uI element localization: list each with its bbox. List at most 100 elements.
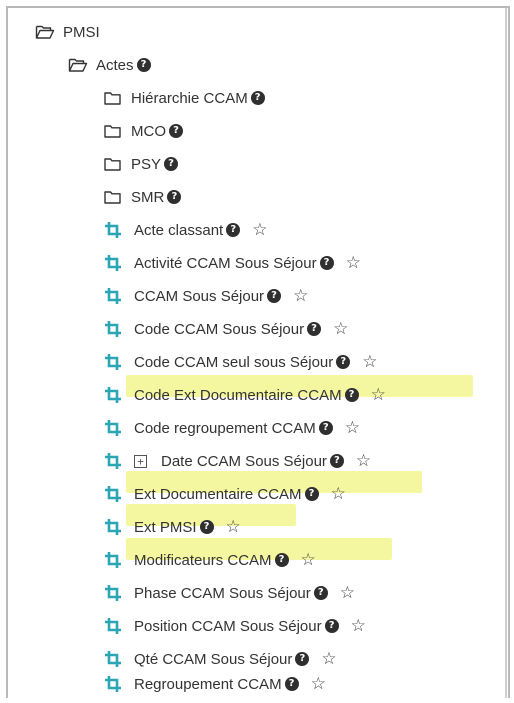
- tree-item-regroupement-ccam[interactable]: Regroupement CCAM ? ☆: [104, 671, 326, 697]
- help-icon[interactable]: ?: [274, 553, 289, 567]
- star-icon[interactable]: ☆: [340, 584, 355, 602]
- help-icon[interactable]: ?: [336, 355, 351, 369]
- tree-item-label: Qté CCAM Sous Séjour: [134, 650, 293, 668]
- crop-icon: [104, 386, 122, 404]
- help-icon[interactable]: ?: [319, 256, 334, 270]
- tree-item-modificateurs[interactable]: Modificateurs CCAM ? ☆: [104, 547, 316, 573]
- crop-icon: [104, 353, 122, 371]
- tree-node-hierarchie-ccam[interactable]: Hiérarchie CCAM ?: [103, 85, 265, 111]
- panel-border: [505, 8, 507, 698]
- tree-item-label: Ext PMSI: [134, 518, 197, 536]
- tree-item-code-ccam-seul[interactable]: Code CCAM seul sous Séjour ? ☆: [104, 349, 378, 375]
- crop-icon: [104, 452, 122, 470]
- tree-item-date-ccam[interactable]: + Date CCAM Sous Séjour ? ☆: [104, 448, 371, 474]
- tree-item-label: Code CCAM seul sous Séjour: [134, 353, 334, 371]
- tree-item-code-ext-documentaire[interactable]: Code Ext Documentaire CCAM ? ☆: [104, 382, 386, 408]
- star-icon[interactable]: ☆: [321, 650, 336, 668]
- crop-icon: [104, 551, 122, 569]
- star-icon[interactable]: ☆: [362, 353, 377, 371]
- tree-node-smr[interactable]: SMR ?: [103, 184, 182, 210]
- tree-item-phase-ccam[interactable]: Phase CCAM Sous Séjour ? ☆: [104, 580, 355, 606]
- crop-icon: [104, 584, 122, 602]
- folder-icon: [103, 189, 123, 205]
- expand-icon[interactable]: +: [134, 454, 147, 468]
- tree-panel: PMSI Actes ? Hiérarchie CCAM ? MCO ? PSY…: [6, 6, 510, 698]
- help-icon[interactable]: ?: [304, 487, 319, 501]
- help-icon[interactable]: ?: [167, 190, 182, 204]
- folder-icon: [103, 156, 123, 172]
- tree-item-label: CCAM Sous Séjour: [134, 287, 265, 305]
- star-icon[interactable]: ☆: [351, 617, 366, 635]
- star-icon[interactable]: ☆: [331, 485, 346, 503]
- crop-icon: [104, 518, 122, 536]
- star-icon[interactable]: ☆: [371, 386, 386, 404]
- star-icon[interactable]: ☆: [356, 452, 371, 470]
- tree-node-psy[interactable]: PSY ?: [103, 151, 179, 177]
- tree-item-activite-ccam[interactable]: Activité CCAM Sous Séjour ? ☆: [104, 250, 361, 276]
- help-icon[interactable]: ?: [250, 91, 265, 105]
- tree-node-label: PMSI: [63, 23, 100, 41]
- tree-item-code-regroupement[interactable]: Code regroupement CCAM ? ☆: [104, 415, 360, 441]
- help-icon[interactable]: ?: [329, 454, 344, 468]
- star-icon[interactable]: ☆: [311, 675, 326, 693]
- star-icon[interactable]: ☆: [301, 551, 316, 569]
- help-icon[interactable]: ?: [199, 520, 214, 534]
- crop-icon: [104, 254, 122, 272]
- star-icon[interactable]: ☆: [346, 254, 361, 272]
- crop-icon: [104, 617, 122, 635]
- tree-item-label: Activité CCAM Sous Séjour: [134, 254, 317, 272]
- help-icon[interactable]: ?: [318, 421, 333, 435]
- tree-node-actes[interactable]: Actes ?: [68, 52, 151, 78]
- crop-icon: [104, 287, 122, 305]
- star-icon[interactable]: ☆: [252, 221, 267, 239]
- help-icon[interactable]: ?: [307, 322, 322, 336]
- help-icon[interactable]: ?: [295, 652, 310, 666]
- crop-icon: [104, 485, 122, 503]
- star-icon[interactable]: ☆: [226, 518, 241, 536]
- tree-node-pmsi[interactable]: PMSI: [35, 19, 100, 45]
- tree-node-mco[interactable]: MCO ?: [103, 118, 183, 144]
- tree-item-ccam-sous-sejour[interactable]: CCAM Sous Séjour ? ☆: [104, 283, 308, 309]
- help-icon[interactable]: ?: [344, 388, 359, 402]
- help-icon[interactable]: ?: [169, 124, 183, 138]
- folder-open-icon: [35, 24, 55, 40]
- tree-item-ext-pmsi[interactable]: Ext PMSI ? ☆: [104, 514, 241, 540]
- tree-item-ext-documentaire[interactable]: Ext Documentaire CCAM ? ☆: [104, 481, 346, 507]
- tree-node-label: PSY: [131, 155, 162, 173]
- tree-node-label: MCO: [131, 122, 166, 140]
- tree-item-label: Ext Documentaire CCAM: [134, 485, 302, 503]
- crop-icon: [104, 675, 122, 693]
- star-icon[interactable]: ☆: [293, 287, 308, 305]
- tree-node-label: SMR: [131, 188, 165, 206]
- tree-node-label: Hiérarchie CCAM: [131, 89, 248, 107]
- crop-icon: [104, 419, 122, 437]
- tree-node-label: Actes: [96, 56, 134, 74]
- tree-item-qte-ccam[interactable]: Qté CCAM Sous Séjour ? ☆: [104, 646, 337, 672]
- help-icon[interactable]: ?: [313, 586, 328, 600]
- tree-item-label: Modificateurs CCAM: [134, 551, 272, 569]
- tree-item-label: Code CCAM Sous Séjour: [134, 320, 305, 338]
- folder-icon: [103, 123, 123, 139]
- tree-item-label: Date CCAM Sous Séjour: [161, 452, 327, 470]
- tree-item-code-ccam-sous-sejour[interactable]: Code CCAM Sous Séjour ? ☆: [104, 316, 348, 342]
- help-icon[interactable]: ?: [284, 677, 299, 691]
- folder-icon: [103, 90, 123, 106]
- star-icon[interactable]: ☆: [333, 320, 348, 338]
- tree-item-label: Acte classant: [134, 221, 224, 239]
- help-icon[interactable]: ?: [324, 619, 339, 633]
- help-icon[interactable]: ?: [267, 289, 282, 303]
- crop-icon: [104, 221, 122, 239]
- help-icon[interactable]: ?: [164, 157, 179, 171]
- tree-item-label: Position CCAM Sous Séjour: [134, 617, 322, 635]
- help-icon[interactable]: ?: [136, 58, 151, 72]
- tree-item-acte-classant[interactable]: Acte classant ? ☆: [104, 217, 267, 243]
- crop-icon: [104, 650, 122, 668]
- tree-item-label: Phase CCAM Sous Séjour: [134, 584, 311, 602]
- help-icon[interactable]: ?: [226, 223, 241, 237]
- crop-icon: [104, 320, 122, 338]
- tree-item-label: Code regroupement CCAM: [134, 419, 316, 437]
- tree-item-position-ccam[interactable]: Position CCAM Sous Séjour ? ☆: [104, 613, 366, 639]
- tree-item-label: Regroupement CCAM: [134, 675, 282, 693]
- tree-item-label: Code Ext Documentaire CCAM: [134, 386, 342, 404]
- star-icon[interactable]: ☆: [345, 419, 360, 437]
